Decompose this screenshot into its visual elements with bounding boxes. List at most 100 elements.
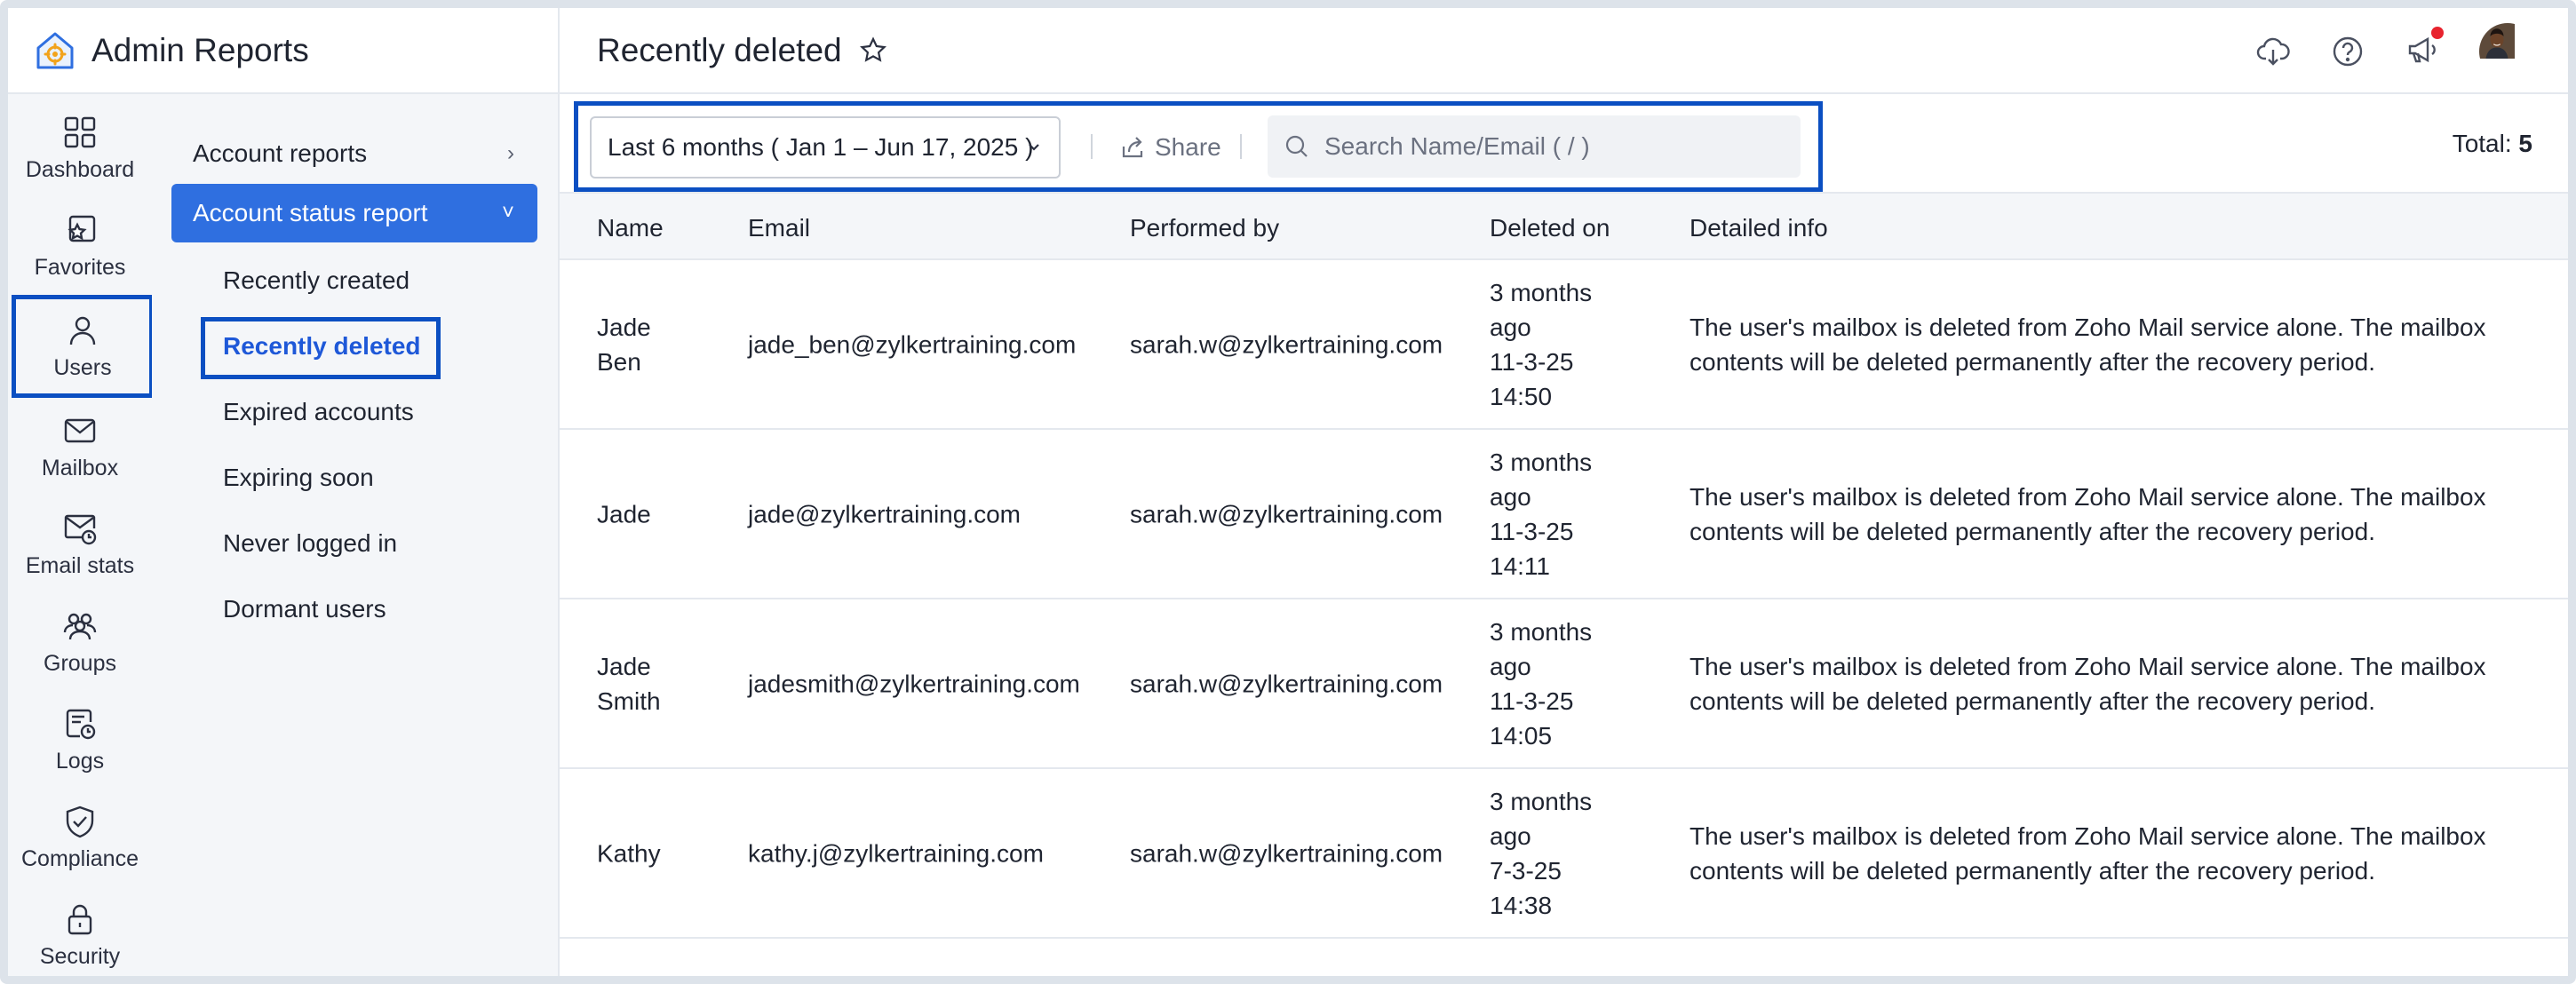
deleted-on-line: ago (1490, 313, 1531, 341)
name-line: Jade (597, 652, 651, 680)
info-line: The user's mailbox is deleted from Zoho … (1690, 652, 2486, 680)
submenu-account-reports[interactable]: Account reports › (171, 124, 537, 183)
name-line: Jade (597, 500, 651, 528)
cell-performed-by: sarah.w@zylkertraining.com (1130, 670, 1443, 697)
rail-label-security: Security (39, 943, 121, 969)
name-line: Smith (597, 686, 661, 715)
deleted-on-line: ago (1490, 482, 1531, 511)
rail-item-security[interactable]: Security (8, 886, 152, 976)
column-header-email[interactable]: Email (748, 214, 810, 242)
cell-performed-by: sarah.w@zylkertraining.com (1130, 330, 1443, 358)
notification-dot (2431, 26, 2444, 39)
page-title: Recently deleted (597, 31, 842, 68)
rail-item-favorites[interactable]: Favorites (8, 197, 152, 295)
submenu-never-logged-in[interactable]: Never logged in (223, 529, 397, 558)
header-actions (2255, 23, 2536, 80)
submenu-recently-deleted[interactable]: Recently deleted (223, 332, 421, 361)
share-button[interactable]: Share (1119, 119, 1221, 176)
deleted-on-line: ago (1490, 821, 1531, 850)
cell-performed-by: sarah.w@zylkertraining.com (1130, 500, 1443, 528)
column-header-deleted-on[interactable]: Deleted on (1490, 214, 1610, 242)
info-line: contents will be deleted permanently aft… (1690, 686, 2375, 715)
star-icon[interactable] (858, 36, 888, 66)
name-line: Kathy (597, 839, 661, 867)
deleted-on-line: 3 months (1490, 787, 1593, 815)
rail-item-compliance[interactable]: Compliance (8, 789, 152, 886)
toolbar-divider (1240, 134, 1242, 159)
date-range-select[interactable]: Last 6 months ( Jan 1 – Jun 17, 2025 ) (590, 116, 1061, 179)
search-input[interactable] (1324, 132, 1786, 161)
submenu-account-status-report[interactable]: Account status report ˅ (171, 184, 537, 242)
cell-email: jade@zylkertraining.com (748, 500, 1021, 528)
deleted-on-line: 3 months (1490, 617, 1593, 646)
table-row[interactable]: Jade Ben jade_ben@zylkertraining.com sar… (560, 260, 2568, 430)
chevron-right-icon: › (507, 141, 514, 165)
submenu-account-status-report-label: Account status report (193, 199, 428, 226)
deleted-on-line: 14:50 (1490, 382, 1553, 410)
toolbar-divider (1091, 134, 1093, 159)
favorites-icon (68, 215, 96, 242)
user-avatar-icon (2479, 23, 2515, 59)
submenu-dormant-users[interactable]: Dormant users (223, 595, 386, 623)
table-row[interactable]: Jade Smith jadesmith@zylkertraining.com … (560, 599, 2568, 769)
name-line: Ben (597, 347, 641, 376)
submenu-expiring-soon[interactable]: Expiring soon (223, 464, 374, 492)
submenu-recently-created[interactable]: Recently created (223, 266, 409, 295)
submenu-account-reports-label: Account reports (193, 139, 368, 167)
deleted-on-line: 3 months (1490, 448, 1593, 476)
main-content: Recently deleted Last 6 months (Jan 1 –… (560, 8, 2568, 976)
rail-label-users: Users (53, 354, 112, 380)
rail-item-email-stats[interactable]: Email stats (8, 496, 152, 593)
cloud-download-icon[interactable] (2255, 34, 2291, 69)
cell-name: Jade Ben (597, 310, 651, 379)
mailbox-icon (64, 418, 96, 442)
app-window: Admin Reports Dashboard Favorites Users (0, 0, 2576, 984)
avatar[interactable] (2479, 23, 2536, 80)
chevron-down-icon: ˅ (501, 201, 514, 225)
help-icon[interactable] (2330, 34, 2365, 69)
rail-item-users[interactable]: Users (12, 295, 154, 398)
deleted-on-line: 14:11 (1490, 552, 1550, 580)
column-header-performed-by[interactable]: Performed by (1130, 214, 1279, 242)
table-row[interactable]: Jade jade@zylkertraining.com sarah.w@zyl… (560, 430, 2568, 599)
rail-item-logs[interactable]: Logs (8, 691, 152, 789)
rail-label-compliance: Compliance (20, 845, 139, 871)
report-toolbar: Last 6 months ( Jan 1 – Jun 17, 2025 ) S… (560, 94, 2568, 194)
cell-deleted-on: 3 months ago 7-3-25 14:38 (1490, 784, 1592, 923)
cell-detailed-info: The user's mailbox is deleted from Zoho … (1690, 649, 2486, 718)
rail-item-dashboard[interactable]: Dashboard (8, 99, 152, 197)
rail-label-mailbox: Mailbox (41, 455, 119, 480)
deleted-on-line: 11-3-25 (1490, 686, 1574, 715)
app-header: Admin Reports (8, 8, 560, 94)
deleted-on-line: 14:38 (1490, 891, 1553, 919)
search-box[interactable] (1268, 115, 1801, 178)
rail-label-logs: Logs (55, 748, 105, 774)
column-header-name[interactable]: Name (597, 214, 664, 242)
cell-deleted-on: 3 months ago 11-3-25 14:11 (1490, 445, 1592, 583)
info-line: The user's mailbox is deleted from Zoho … (1690, 313, 2486, 341)
rail-item-mailbox[interactable]: Mailbox (8, 398, 152, 496)
share-label: Share (1155, 133, 1221, 161)
cell-name: Jade Smith (597, 649, 661, 718)
column-header-detailed-info[interactable]: Detailed info (1690, 214, 1828, 242)
cell-email: jadesmith@zylkertraining.com (748, 670, 1080, 697)
rail-label-dashboard: Dashboard (25, 156, 135, 182)
deleted-on-line: 14:05 (1490, 721, 1553, 750)
info-line: contents will be deleted permanently aft… (1690, 517, 2375, 545)
submenu-expired-accounts[interactable]: Expired accounts (223, 398, 414, 426)
name-line: Jade (597, 313, 651, 341)
search-icon (1285, 135, 1308, 157)
cell-deleted-on: 3 months ago 11-3-25 14:05 (1490, 615, 1592, 753)
cell-detailed-info: The user's mailbox is deleted from Zoho … (1690, 310, 2486, 379)
groups-icon (63, 613, 97, 639)
announcements-button[interactable] (2405, 26, 2444, 72)
rail-item-groups[interactable]: Groups (8, 593, 152, 691)
info-line: contents will be deleted permanently aft… (1690, 856, 2375, 885)
cell-name: Kathy (597, 836, 661, 870)
share-icon (1122, 137, 1143, 158)
table-row[interactable]: Kathy kathy.j@zylkertraining.com sarah.w… (560, 769, 2568, 939)
rail-label-favorites: Favorites (34, 254, 126, 280)
email-stats-icon (64, 514, 97, 544)
total-count: Total: 5 (2453, 130, 2532, 158)
deleted-on-line: 7-3-25 (1490, 856, 1562, 885)
